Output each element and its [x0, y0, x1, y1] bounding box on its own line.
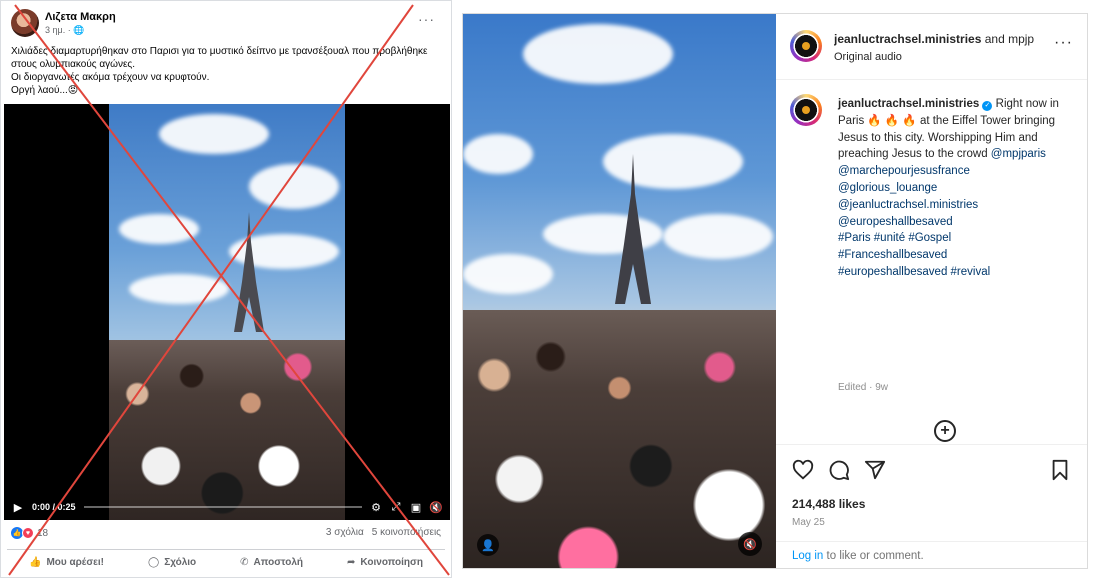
hashtag-link[interactable]: #europeshallbesaved #revival [838, 264, 1070, 281]
comments-count[interactable]: 3 σχόλια [326, 527, 364, 538]
reactions-summary[interactable]: 👍 ♥ 18 [11, 527, 48, 539]
post-text: Χιλιάδες διαμαρτυρήθηκαν στο Παρισι για … [11, 45, 443, 97]
video-controls: ▶ 0:00 / 0:25 ⚙ ⤢ ▣ 🔇 [4, 494, 450, 520]
post-text-line: Χιλιάδες διαμαρτυρήθηκαν στο Παρισι για … [11, 46, 428, 57]
send-button[interactable]: ✆ Αποστολή [240, 557, 303, 568]
comment-bubble-icon: ◯ [147, 557, 160, 568]
shares-count[interactable]: 5 κοινοποιήσεις [372, 527, 441, 538]
post-actions: 214,488 likes May 25 Log in to like or c… [776, 444, 1087, 568]
post-text-line: Οργή λαού...😡 [11, 85, 79, 96]
login-prompt: Log in to like or comment. [776, 541, 1087, 568]
edited-timestamp: Edited · 9w [838, 382, 889, 393]
login-link[interactable]: Log in [792, 550, 823, 562]
eiffel-tower-icon [234, 212, 264, 332]
hashtag-link[interactable]: #Paris #unité #Gospel [838, 230, 1070, 247]
author-name[interactable]: Λιζετα Μακρη [45, 11, 116, 23]
globe-icon: 🌐 [73, 25, 85, 35]
like-button[interactable]: 👍 Μου αρέσει! [29, 557, 104, 568]
post-actions: 👍 Μου αρέσει! ◯ Σχόλιο ✆ Αποστολή ➦ Κοινοποί… [7, 549, 445, 575]
comment-icon[interactable] [828, 459, 850, 481]
mention-link[interactable]: @glorious_louange [838, 180, 1070, 197]
post-header: Λιζετα Μακρη 3 ημ. · 🌐 ··· [11, 9, 441, 41]
engagement-counts: 3 σχόλια 5 κοινοποιήσεις [326, 527, 441, 538]
mention-link[interactable]: @europeshallbesaved [838, 214, 1070, 231]
bookmark-icon[interactable] [1049, 459, 1071, 481]
like-label: Μου αρέσει! [46, 557, 105, 568]
post-header: jeanluctrachsel.ministries and mpjp Orig… [776, 14, 1087, 80]
action-icons [792, 459, 886, 481]
video-time: 0:00 / 0:25 [32, 502, 76, 512]
volume-muted-icon[interactable]: 🔇 [429, 501, 443, 514]
video-progress-bar[interactable] [83, 506, 362, 508]
mention-link[interactable]: @jeanluctrachsel.ministries [838, 197, 1070, 214]
thumbs-up-icon: 👍 [28, 557, 42, 568]
share-button[interactable]: ➦ Κοινοποίηση [347, 557, 423, 568]
post-text-line: Οι διοργανωτές ακόμα τρέχουν να κρυφτούν… [11, 72, 210, 83]
header-user[interactable]: jeanluctrachsel.ministries [834, 32, 981, 46]
post-date[interactable]: May 25 [792, 517, 825, 528]
author-avatar[interactable] [11, 9, 39, 37]
caption-username[interactable]: jeanluctrachsel.ministries [838, 98, 979, 110]
picture-in-picture-icon[interactable]: ▣ [410, 501, 422, 514]
instagram-post: 👤 🔇 jeanluctrachsel.ministries and mpjp … [462, 13, 1088, 569]
video-player[interactable]: ▶ 0:00 / 0:25 ⚙ ⤢ ▣ 🔇 [4, 104, 450, 520]
post-sidebar: jeanluctrachsel.ministries and mpjp Orig… [776, 14, 1087, 568]
hashtag-link[interactable]: #Franceshallbesaved [838, 247, 1070, 264]
comment-button[interactable]: ◯ Σχόλιο [148, 557, 196, 568]
reel-video[interactable]: 👤 🔇 [463, 14, 776, 568]
header-username[interactable]: jeanluctrachsel.ministries and mpjp [834, 32, 1044, 46]
post-meta: 3 ημ. · 🌐 [45, 25, 84, 36]
eiffel-tower-icon [615, 154, 651, 304]
header-collab[interactable]: and mpjp [981, 32, 1034, 46]
settings-gear-icon[interactable]: ⚙ [370, 501, 382, 514]
mute-icon[interactable]: 🔇 [738, 532, 762, 556]
caption-avatar[interactable] [790, 94, 822, 126]
facebook-post: Λιζετα Μακρη 3 ημ. · 🌐 ··· Χιλιάδες διαμ… [0, 0, 452, 578]
reaction-stats: 👍 ♥ 18 3 σχόλια 5 κοινοποιήσεις [11, 527, 441, 543]
likes-count[interactable]: 214,488 likes [792, 497, 865, 511]
send-label: Αποστολή [253, 557, 304, 568]
reactions-count: 18 [37, 527, 49, 539]
heart-icon[interactable] [792, 459, 814, 481]
tagged-user-icon[interactable]: 👤 [477, 534, 499, 556]
share-arrow-icon: ➦ [346, 557, 356, 568]
author-avatar[interactable] [790, 30, 822, 62]
post-time[interactable]: 3 ημ. · [45, 25, 73, 35]
mention-link[interactable]: @mpjparis [991, 148, 1046, 160]
verified-badge-icon: ✓ [982, 101, 993, 111]
more-options-icon[interactable]: ··· [1054, 34, 1073, 52]
fullscreen-icon[interactable]: ⤢ [390, 501, 402, 513]
video-frame [109, 104, 345, 520]
caption-text: jeanluctrachsel.ministries ✓ Right now i… [838, 96, 1070, 281]
audio-label[interactable]: Original audio [834, 51, 902, 63]
share-label: Κοινοποίηση [360, 557, 423, 568]
crowd-scene [463, 310, 776, 568]
more-options-icon[interactable]: ··· [418, 11, 435, 27]
comment-label: Σχόλιο [164, 557, 197, 568]
post-text-line: στους ολυμπιακούς αγώνες. [11, 59, 136, 70]
login-text: to like or comment. [823, 550, 924, 562]
share-paper-plane-icon[interactable] [864, 459, 886, 481]
mention-link[interactable]: @marchepourjesusfrance [838, 163, 1070, 180]
play-icon[interactable]: ▶ [12, 501, 24, 514]
love-reaction-icon: ♥ [22, 527, 34, 539]
add-circle-icon[interactable]: + [934, 420, 956, 442]
whatsapp-icon: ✆ [240, 557, 249, 568]
